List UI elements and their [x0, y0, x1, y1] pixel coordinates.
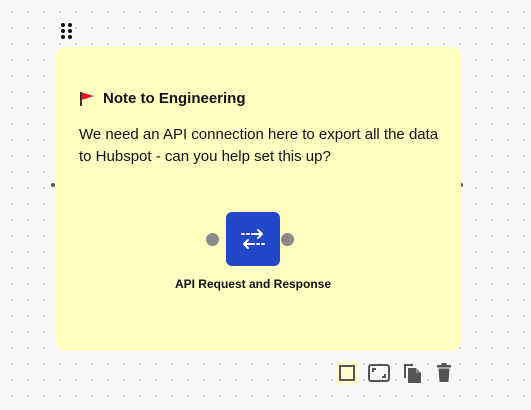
note-header: Note to Engineering	[79, 90, 246, 107]
drag-handle[interactable]	[61, 23, 73, 39]
node-label: API Request and Response	[174, 277, 332, 291]
api-request-node[interactable]	[226, 212, 280, 266]
node-output-port[interactable]	[281, 233, 294, 246]
select-toggle-button[interactable]	[335, 361, 359, 385]
resize-button[interactable]	[367, 361, 391, 385]
drag-dot	[61, 23, 65, 27]
arrows-exchange-icon	[241, 229, 265, 249]
resize-icon	[368, 364, 390, 382]
drag-dot	[61, 29, 65, 33]
duplicate-button[interactable]	[400, 361, 424, 385]
drag-dot	[68, 29, 72, 33]
drag-dot	[61, 35, 65, 39]
note-body: We need an API connection here to export…	[79, 126, 439, 165]
left-resize-handle[interactable]	[51, 183, 55, 187]
sticky-note[interactable]: Note to Engineering We need an API conne…	[56, 47, 461, 351]
trash-icon	[437, 363, 451, 382]
drag-dot	[68, 23, 72, 27]
drag-dot	[68, 35, 72, 39]
note-title: Note to Engineering	[103, 90, 246, 107]
delete-button[interactable]	[432, 361, 456, 385]
square-icon	[339, 365, 355, 381]
node-input-port[interactable]	[206, 233, 219, 246]
red-flag-icon	[80, 91, 94, 106]
duplicate-icon	[404, 364, 421, 383]
